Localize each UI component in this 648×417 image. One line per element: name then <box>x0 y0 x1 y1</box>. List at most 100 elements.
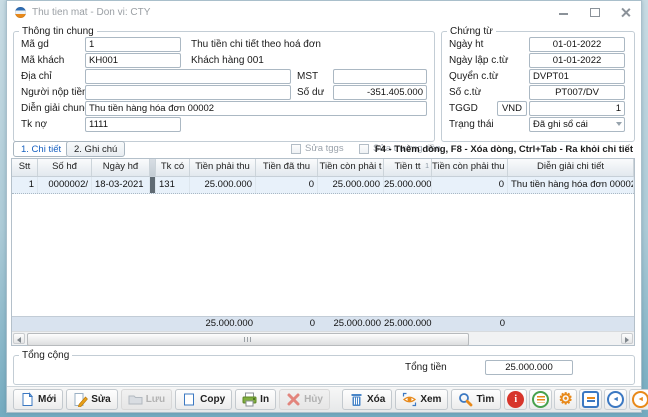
keyboard-hint: F4 - Thêm dòng, F8 - Xóa dòng, Ctrl+Tab … <box>375 144 633 155</box>
grid-totals-row: 25.000.000 0 25.000.000 25.000.000 0 <box>12 316 634 331</box>
new-button[interactable]: Mới <box>13 389 63 410</box>
view-button-label: Xem <box>420 394 441 405</box>
so-du-value: -351.405.000 <box>333 85 427 100</box>
tab-chi-tiet[interactable]: 1. Chi tiết <box>13 141 69 157</box>
dien-giai-label: Diễn giải chung <box>21 101 90 116</box>
eye-icon <box>402 392 417 407</box>
first-record-icon <box>607 391 624 408</box>
ngay-ht-label: Ngày ht <box>449 37 483 52</box>
first-record-button[interactable] <box>604 389 627 410</box>
col-header-tien-tt[interactable]: Tiền tt 1 <box>384 159 432 176</box>
sua-tggs-option[interactable]: Sửa tggs <box>291 143 344 154</box>
col-header-ngay-hd[interactable]: Ngày hđ <box>92 159 150 176</box>
scroll-right-icon[interactable] <box>621 333 633 344</box>
quyen-ctu-label: Quyển c.từ <box>449 69 499 84</box>
ngay-ht-input[interactable]: 01-01-2022 <box>529 37 625 52</box>
info-icon <box>507 391 524 408</box>
tggd-currency[interactable]: VND <box>497 101 527 116</box>
ma-khach-description: Khách hàng 001 <box>191 53 264 68</box>
ngay-lap-input[interactable]: 01-01-2022 <box>529 53 625 68</box>
col-header-tk-co[interactable]: Tk có <box>156 159 190 176</box>
bottom-toolbar: Mới Sửa Lưu Copy In Hủy Xóa Xem <box>7 386 641 412</box>
nguoi-nop-input[interactable] <box>85 85 291 100</box>
find-button[interactable]: Tìm <box>451 389 501 410</box>
copy-icon <box>182 392 197 407</box>
col-header-tien-phai-thu[interactable]: Tiền phải thu <box>190 159 256 176</box>
close-icon[interactable] <box>620 7 631 17</box>
col-header-dien-giai[interactable]: Diễn giải chi tiết <box>508 159 634 176</box>
trash-icon <box>349 392 364 407</box>
cancel-button-label: Hủy <box>304 394 323 405</box>
ma-khach-input[interactable]: KH001 <box>85 53 181 68</box>
ma-gd-input[interactable]: 1 <box>85 37 181 52</box>
list-button[interactable] <box>529 389 552 410</box>
find-button-label: Tìm <box>476 394 494 405</box>
col-header-so-hd[interactable]: Số hđ <box>38 159 92 176</box>
new-button-label: Mới <box>38 394 56 405</box>
dien-giai-input[interactable]: Thu tiền hàng hóa đơn 00002 <box>85 101 427 116</box>
col-header-stt[interactable]: Stt <box>12 159 38 176</box>
mst-label: MST <box>297 69 318 84</box>
detail-grid: Stt Số hđ Ngày hđ Tk có Tiền phải thu Ti… <box>11 158 635 346</box>
maximize-icon[interactable] <box>589 7 600 17</box>
mst-input[interactable] <box>333 69 427 84</box>
view-button[interactable]: Xem <box>395 389 448 410</box>
col-header-tien-da-thu[interactable]: Tiền đã thu <box>256 159 318 176</box>
col-header-tien-con-phai-thu-2[interactable]: Tiền còn phải thu 2 <box>432 159 508 176</box>
totals-spacer <box>12 317 190 331</box>
scroll-left-icon[interactable] <box>13 333 25 344</box>
ma-khach-label: Mã khách <box>21 53 64 68</box>
table-row[interactable]: 1 0000002/ 18-03-2021 131 25.000.000 0 2… <box>12 177 634 194</box>
tab-ghi-chu[interactable]: 2. Ghi chú <box>66 141 125 157</box>
sua-tggs-label: Sửa tggs <box>305 143 344 154</box>
scrollbar-thumb[interactable] <box>27 333 469 346</box>
horizontal-scrollbar[interactable] <box>12 331 634 345</box>
cell-so-hd: 0000002/ <box>38 177 92 193</box>
nguoi-nop-label: Người nộp tiền <box>21 85 88 100</box>
so-ctu-input[interactable]: PT007/DV <box>529 85 625 100</box>
total-tien-con-phai-thu: 25.000.000 <box>318 317 384 331</box>
prev-record-button[interactable] <box>629 389 648 410</box>
toolbar-right-group <box>504 389 648 410</box>
col-header-tien-con-phai-thu[interactable]: Tiền còn phải t <box>318 159 384 176</box>
total-tien-phai-thu: 25.000.000 <box>190 317 256 331</box>
sua-truong-tien-checkbox[interactable] <box>359 144 369 154</box>
save-folder-icon <box>128 392 143 407</box>
total-dien-giai-empty <box>508 317 634 331</box>
quyen-ctu-input[interactable]: DVPT01 <box>529 69 625 84</box>
cell-tien-da-thu: 0 <box>256 177 318 193</box>
tong-tien-label: Tổng tiền <box>405 360 447 375</box>
tk-no-input[interactable]: 1111 <box>85 117 181 132</box>
delete-button[interactable]: Xóa <box>342 389 392 410</box>
copy-button[interactable]: Copy <box>175 389 232 410</box>
form-icon <box>582 391 599 408</box>
tggd-label: TGGD <box>449 101 478 116</box>
edit-button[interactable]: Sửa <box>66 389 117 410</box>
cell-tien-con-phai-thu-2: 0 <box>432 177 508 193</box>
window-title: Thu tien mat - Don vi: CTY <box>32 7 150 18</box>
save-button-label: Lưu <box>146 394 165 405</box>
trang-thai-label: Trạng thái <box>449 117 494 132</box>
ma-gd-description: Thu tiền chi tiết theo hoá đơn <box>191 37 321 52</box>
grid-empty-area <box>12 194 634 316</box>
cell-tk-co: 131 <box>156 177 190 193</box>
trang-thai-dropdown[interactable]: Đã ghi sổ cái <box>529 117 625 132</box>
minimize-icon[interactable] <box>558 7 569 17</box>
tong-tien-input[interactable]: 25.000.000 <box>485 360 573 375</box>
cancel-button: Hủy <box>279 389 330 410</box>
total-tien-con-phai-thu-2: 0 <box>432 317 508 331</box>
cell-ngay-hd: 18-03-2021 <box>92 177 150 193</box>
dia-chi-input[interactable] <box>85 69 291 84</box>
print-button[interactable]: In <box>235 389 276 410</box>
print-button-label: In <box>260 394 269 405</box>
sua-tggs-checkbox[interactable] <box>291 144 301 154</box>
tggd-input[interactable]: 1 <box>529 101 625 116</box>
prev-record-icon <box>632 391 648 408</box>
settings-button[interactable] <box>554 389 577 410</box>
info-button[interactable] <box>504 389 527 410</box>
form-button[interactable] <box>579 389 602 410</box>
trang-thai-value: Đã ghi sổ cái <box>533 119 588 130</box>
title-bar[interactable]: Thu tien mat - Don vi: CTY <box>7 1 641 23</box>
ngay-lap-label: Ngày lập c.từ <box>449 53 509 68</box>
general-info-legend: Thông tin chung <box>19 26 97 37</box>
